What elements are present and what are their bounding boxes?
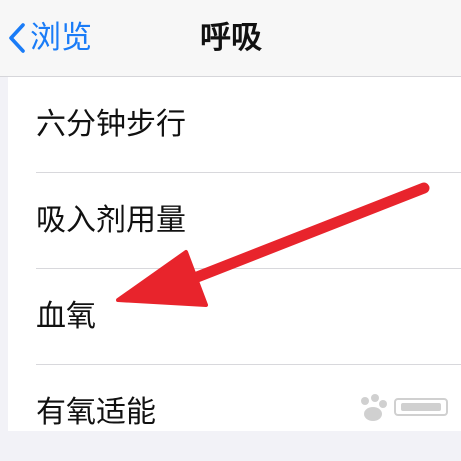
page-title: 呼吸 bbox=[200, 20, 262, 56]
list-item-label: 六分钟步行 bbox=[36, 107, 186, 142]
list-item-label: 血氧 bbox=[36, 299, 96, 334]
list-item-inhaler-usage[interactable]: 吸入剂用量 bbox=[8, 173, 461, 269]
list-item-label: 吸入剂用量 bbox=[36, 203, 186, 238]
chevron-left-icon bbox=[0, 14, 34, 62]
list-item-blood-oxygen[interactable]: 血氧 bbox=[8, 269, 461, 365]
baidu-watermark-logo bbox=[361, 394, 448, 421]
list-item-six-minute-walk[interactable]: 六分钟步行 bbox=[8, 77, 461, 173]
list-item-label: 有氧适能 bbox=[36, 395, 156, 430]
back-label: 浏览 bbox=[30, 20, 92, 56]
respiratory-list: 六分钟步行 吸入剂用量 血氧 有氧适能 bbox=[8, 77, 461, 431]
back-button[interactable]: 浏览 bbox=[0, 14, 92, 62]
navigation-bar: 浏览 呼吸 bbox=[0, 0, 461, 77]
